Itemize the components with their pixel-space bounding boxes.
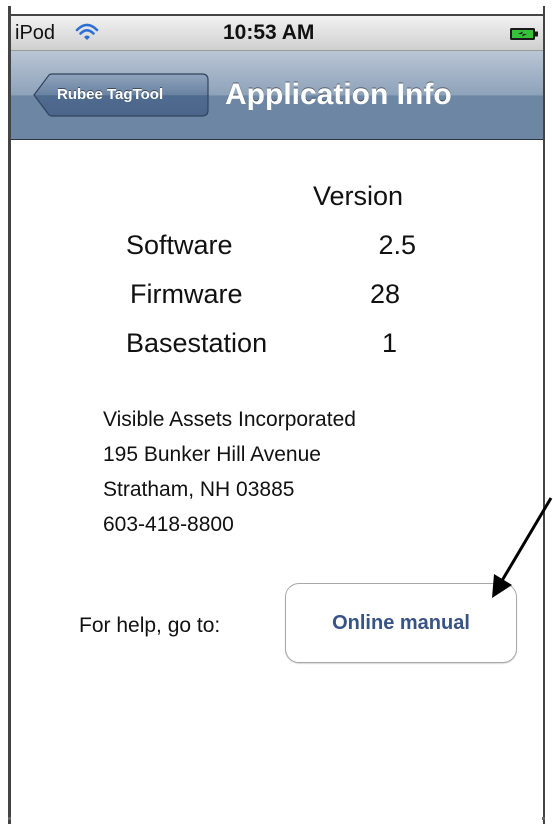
frame-border-right	[543, 6, 545, 824]
version-column-header: Version	[313, 181, 404, 211]
status-time: 10:53 AM	[223, 21, 315, 44]
software-label: Software	[126, 230, 233, 260]
firmware-label: Firmware	[130, 279, 243, 309]
status-bar: iPod 10:53 AM	[11, 16, 543, 51]
city-state-zip: Stratham, NH 03885	[103, 478, 295, 501]
carrier-label: iPod	[15, 22, 56, 44]
online-manual-button-label: Online manual	[332, 612, 470, 634]
online-manual-button[interactable]: Online manual	[285, 583, 517, 663]
battery-charging-icon	[510, 28, 538, 40]
back-button[interactable]: Rubee TagTool	[33, 73, 209, 117]
software-version: 2.5	[378, 230, 416, 260]
basestation-label: Basestation	[126, 328, 268, 358]
firmware-version: 28	[369, 279, 400, 309]
company-name: Visible Assets Incorporated	[103, 408, 356, 431]
back-button-label: Rubee TagTool	[57, 86, 164, 103]
phone-number: 603-418-8800	[103, 513, 234, 536]
annotation-arrow-icon	[492, 497, 553, 598]
device-frame: iPod 10:53 AM Rubee TagTool Application …	[0, 0, 553, 824]
basestation-version: 1	[381, 328, 397, 358]
wifi-icon	[75, 23, 99, 40]
page-title: Application Info	[225, 78, 452, 111]
street-address: 195 Bunker Hill Avenue	[103, 443, 321, 466]
navigation-bar: Rubee TagTool Application Info	[11, 51, 543, 140]
help-label: For help, go to:	[79, 614, 221, 637]
content-area: Version Software 2.5 Firmware 28 Basesta…	[11, 140, 543, 824]
frame-corner-right	[542, 817, 545, 820]
frame-corner-left	[8, 817, 11, 820]
